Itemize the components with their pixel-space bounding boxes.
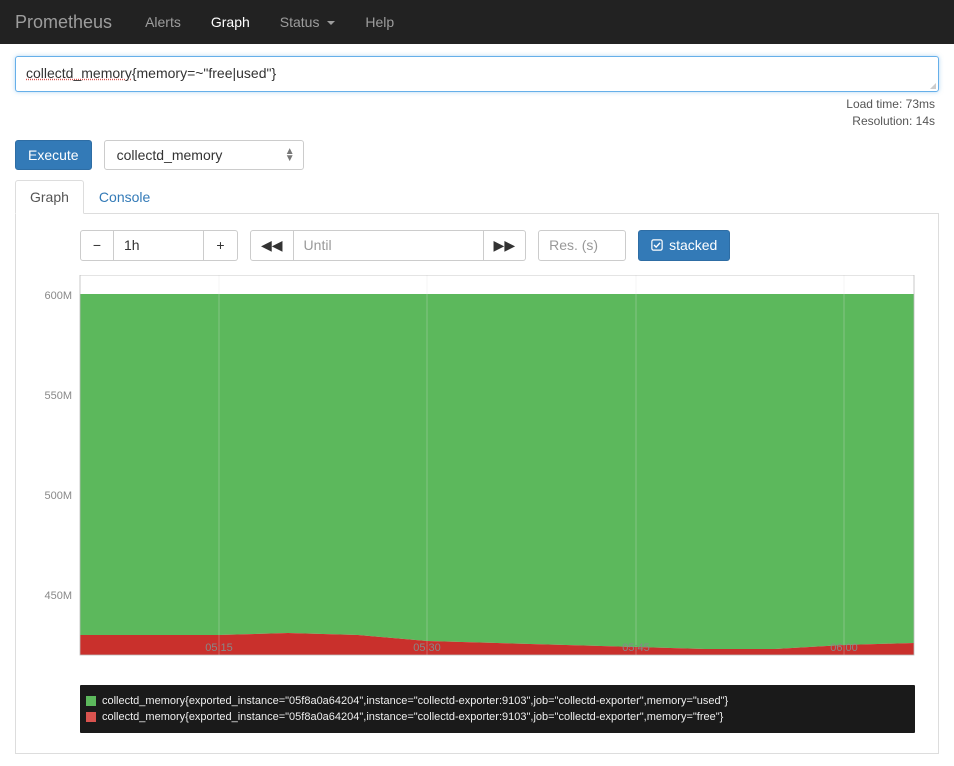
expr-rest-part: {memory=~"free|used"}	[132, 65, 276, 81]
time-end-group: ◀◀ Until ▶▶	[250, 230, 526, 261]
series-used-area	[80, 294, 914, 649]
stacked-label: stacked	[669, 237, 717, 253]
chart-area: 450M 500M 550M 600M 05:15 05:30 05:45 06…	[32, 275, 922, 675]
graph-panel: − 1h + ◀◀ Until ▶▶ stacked	[15, 214, 939, 754]
plus-icon: +	[216, 237, 224, 253]
metric-select[interactable]: collectd_memory ▲▼	[104, 140, 304, 170]
range-decrease-button[interactable]: −	[80, 230, 114, 261]
y-tick-3: 600M	[44, 290, 72, 302]
minus-icon: −	[93, 237, 101, 253]
time-range-group: − 1h +	[80, 230, 238, 261]
resolution-input[interactable]	[538, 230, 626, 261]
legend-swatch-icon	[86, 712, 96, 722]
load-info: Load time: 73ms Resolution: 14s	[15, 96, 935, 130]
x-tick-1: 05:30	[413, 642, 441, 654]
x-tick-2: 05:45	[622, 642, 650, 654]
load-time: Load time: 73ms	[15, 96, 935, 113]
legend-row[interactable]: collectd_memory{exported_instance="05f8a…	[86, 693, 905, 709]
rewind-icon: ◀◀	[261, 237, 283, 254]
chart-svg[interactable]: 450M 500M 550M 600M 05:15 05:30 05:45 06…	[32, 275, 917, 675]
nav-graph[interactable]: Graph	[196, 1, 265, 43]
fast-forward-icon: ▶▶	[494, 237, 516, 254]
legend-label: collectd_memory{exported_instance="05f8a…	[102, 711, 723, 723]
nav-alerts[interactable]: Alerts	[130, 1, 196, 43]
navbar: Prometheus Alerts Graph Status Help	[0, 0, 954, 44]
time-rewind-button[interactable]: ◀◀	[250, 230, 294, 261]
range-input[interactable]: 1h	[114, 230, 204, 261]
tab-graph[interactable]: Graph	[15, 180, 84, 214]
metric-select-value: collectd_memory	[117, 147, 223, 163]
nav-help[interactable]: Help	[350, 1, 409, 43]
x-tick-3: 06:00	[830, 642, 858, 654]
select-arrows-icon: ▲▼	[285, 148, 295, 162]
time-forward-button[interactable]: ▶▶	[484, 230, 527, 261]
expression-input-wrap: collectd_memory{memory=~"free|used"}	[15, 56, 939, 92]
y-tick-2: 550M	[44, 390, 72, 402]
resize-handle-icon[interactable]	[930, 83, 936, 89]
chart-legend: collectd_memory{exported_instance="05f8a…	[80, 685, 915, 733]
expression-input[interactable]: collectd_memory{memory=~"free|used"}	[16, 57, 938, 91]
legend-swatch-icon	[86, 696, 96, 706]
resolution-info: Resolution: 14s	[15, 113, 935, 130]
check-icon	[651, 239, 663, 251]
brand: Prometheus	[15, 12, 112, 33]
y-tick-0: 450M	[44, 590, 72, 602]
stacked-toggle-button[interactable]: stacked	[638, 230, 730, 261]
legend-label: collectd_memory{exported_instance="05f8a…	[102, 695, 728, 707]
graph-controls: − 1h + ◀◀ Until ▶▶ stacked	[32, 230, 922, 261]
until-input[interactable]: Until	[294, 230, 484, 261]
result-tabs: Graph Console	[15, 180, 939, 214]
legend-row[interactable]: collectd_memory{exported_instance="05f8a…	[86, 709, 905, 725]
expr-spellcheck-part: collectd_memory	[26, 65, 132, 81]
y-tick-1: 500M	[44, 490, 72, 502]
x-tick-0: 05:15	[205, 642, 233, 654]
execute-button[interactable]: Execute	[15, 140, 92, 170]
execute-row: Execute collectd_memory ▲▼	[15, 140, 939, 170]
range-increase-button[interactable]: +	[204, 230, 238, 261]
nav-status-label: Status	[280, 14, 320, 30]
nav-status[interactable]: Status	[265, 1, 351, 43]
chevron-down-icon	[327, 21, 335, 25]
tab-console[interactable]: Console	[84, 180, 165, 214]
